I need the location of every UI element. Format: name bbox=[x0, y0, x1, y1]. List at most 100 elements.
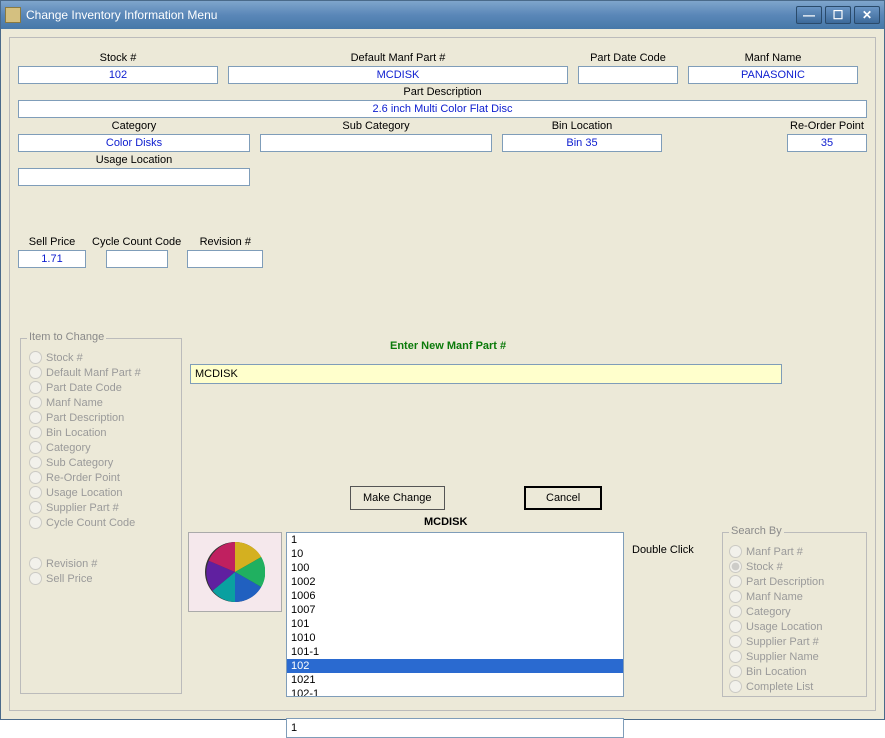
radio-icon[interactable] bbox=[729, 545, 742, 558]
list-item[interactable]: 1002 bbox=[287, 575, 623, 589]
radio-icon[interactable] bbox=[29, 366, 42, 379]
item-to-change-option[interactable]: Default Manf Part # bbox=[29, 366, 173, 379]
pie-chart-icon bbox=[205, 542, 265, 602]
search-by-option[interactable]: Stock # bbox=[729, 560, 860, 573]
item-to-change-option[interactable]: Manf Name bbox=[29, 396, 173, 409]
part-date-code-value[interactable] bbox=[578, 66, 678, 84]
radio-icon[interactable] bbox=[29, 572, 42, 585]
search-by-option[interactable]: Bin Location bbox=[729, 665, 860, 678]
manf-name-value[interactable]: PANASONIC bbox=[688, 66, 858, 84]
radio-icon[interactable] bbox=[29, 396, 42, 409]
new-value-input[interactable] bbox=[190, 364, 782, 384]
item-to-change-option[interactable]: Re-Order Point bbox=[29, 471, 173, 484]
radio-icon[interactable] bbox=[29, 441, 42, 454]
list-item[interactable]: 1021 bbox=[287, 673, 623, 687]
radio-icon[interactable] bbox=[29, 471, 42, 484]
category-value[interactable]: Color Disks bbox=[18, 134, 250, 152]
radio-icon[interactable] bbox=[729, 620, 742, 633]
app-window: Change Inventory Information Menu — ☐ ✕ … bbox=[0, 0, 885, 720]
list-item[interactable]: 100 bbox=[287, 561, 623, 575]
list-item[interactable]: 10 bbox=[287, 547, 623, 561]
make-change-button[interactable]: Make Change bbox=[350, 486, 445, 510]
search-by-option[interactable]: Usage Location bbox=[729, 620, 860, 633]
radio-icon[interactable] bbox=[29, 381, 42, 394]
item-to-change-option[interactable]: Stock # bbox=[29, 351, 173, 364]
item-to-change-option[interactable]: Bin Location bbox=[29, 426, 173, 439]
list-item[interactable]: 102-1 bbox=[287, 687, 623, 697]
radio-label: Stock # bbox=[46, 352, 83, 364]
radio-icon[interactable] bbox=[729, 635, 742, 648]
item-to-change-option[interactable]: Sub Category bbox=[29, 456, 173, 469]
radio-icon[interactable] bbox=[29, 501, 42, 514]
default-manf-part-value[interactable]: MCDISK bbox=[228, 66, 568, 84]
reorder-point-value[interactable]: 35 bbox=[787, 134, 867, 152]
search-by-title: Search By bbox=[729, 525, 784, 537]
radio-icon[interactable] bbox=[729, 560, 742, 573]
maximize-button[interactable]: ☐ bbox=[825, 6, 851, 24]
search-by-option[interactable]: Manf Part # bbox=[729, 545, 860, 558]
stock-list[interactable]: 1101001002100610071011010101-11021021102… bbox=[286, 532, 624, 697]
radio-icon[interactable] bbox=[29, 426, 42, 439]
radio-icon[interactable] bbox=[29, 486, 42, 499]
search-by-option[interactable]: Complete List bbox=[729, 680, 860, 693]
list-item[interactable]: 1007 bbox=[287, 603, 623, 617]
list-item[interactable]: 101-1 bbox=[287, 645, 623, 659]
list-item[interactable]: 101 bbox=[287, 617, 623, 631]
search-by-option[interactable]: Category bbox=[729, 605, 860, 618]
search-by-option[interactable]: Supplier Name bbox=[729, 650, 860, 663]
radio-icon[interactable] bbox=[29, 516, 42, 529]
search-by-option[interactable]: Part Description bbox=[729, 575, 860, 588]
radio-icon[interactable] bbox=[729, 650, 742, 663]
titlebar[interactable]: Change Inventory Information Menu — ☐ ✕ bbox=[1, 1, 884, 29]
radio-label: Manf Part # bbox=[746, 546, 803, 558]
usage-location-value[interactable] bbox=[18, 168, 250, 186]
close-button[interactable]: ✕ bbox=[854, 6, 880, 24]
list-item[interactable]: 102 bbox=[287, 659, 623, 673]
item-to-change-option[interactable]: Category bbox=[29, 441, 173, 454]
list-item[interactable]: 1010 bbox=[287, 631, 623, 645]
radio-icon[interactable] bbox=[729, 575, 742, 588]
radio-label: Category bbox=[746, 606, 791, 618]
part-description-value[interactable]: 2.6 inch Multi Color Flat Disc bbox=[18, 100, 867, 118]
radio-label: Part Description bbox=[46, 412, 124, 424]
stock-num-value[interactable]: 102 bbox=[18, 66, 218, 84]
revision-num-value[interactable] bbox=[187, 250, 263, 268]
filter-input[interactable] bbox=[286, 718, 624, 738]
radio-icon[interactable] bbox=[29, 351, 42, 364]
item-to-change-option[interactable]: Cycle Count Code bbox=[29, 516, 173, 529]
radio-icon[interactable] bbox=[29, 456, 42, 469]
item-to-change-option[interactable]: Part Description bbox=[29, 411, 173, 424]
radio-icon[interactable] bbox=[729, 665, 742, 678]
radio-icon[interactable] bbox=[729, 590, 742, 603]
radio-label: Revision # bbox=[46, 558, 97, 570]
bin-location-value[interactable]: Bin 35 bbox=[502, 134, 662, 152]
cancel-button[interactable]: Cancel bbox=[524, 486, 602, 510]
radio-icon[interactable] bbox=[29, 557, 42, 570]
list-item[interactable]: 1006 bbox=[287, 589, 623, 603]
radio-label: Supplier Part # bbox=[746, 636, 819, 648]
radio-label: Usage Location bbox=[46, 487, 122, 499]
sub-category-value[interactable] bbox=[260, 134, 492, 152]
manf-name-label: Manf Name bbox=[745, 52, 802, 64]
search-by-option[interactable]: Supplier Part # bbox=[729, 635, 860, 648]
list-item[interactable]: 1 bbox=[287, 533, 623, 547]
radio-label: Usage Location bbox=[746, 621, 822, 633]
item-to-change-option[interactable]: Revision # bbox=[29, 557, 173, 570]
item-to-change-option[interactable]: Sell Price bbox=[29, 572, 173, 585]
radio-label: Manf Name bbox=[746, 591, 803, 603]
radio-label: Complete List bbox=[746, 681, 813, 693]
radio-icon[interactable] bbox=[29, 411, 42, 424]
window-title: Change Inventory Information Menu bbox=[26, 8, 796, 22]
sell-price-value[interactable]: 1.71 bbox=[18, 250, 86, 268]
item-to-change-option[interactable]: Supplier Part # bbox=[29, 501, 173, 514]
item-to-change-option[interactable]: Part Date Code bbox=[29, 381, 173, 394]
radio-icon[interactable] bbox=[729, 680, 742, 693]
radio-icon[interactable] bbox=[729, 605, 742, 618]
search-by-option[interactable]: Manf Name bbox=[729, 590, 860, 603]
item-to-change-option[interactable]: Usage Location bbox=[29, 486, 173, 499]
sell-price-label: Sell Price bbox=[29, 236, 75, 248]
radio-label: Manf Name bbox=[46, 397, 103, 409]
minimize-button[interactable]: — bbox=[796, 6, 822, 24]
cycle-count-code-value[interactable] bbox=[106, 250, 168, 268]
bin-location-label: Bin Location bbox=[552, 120, 613, 132]
